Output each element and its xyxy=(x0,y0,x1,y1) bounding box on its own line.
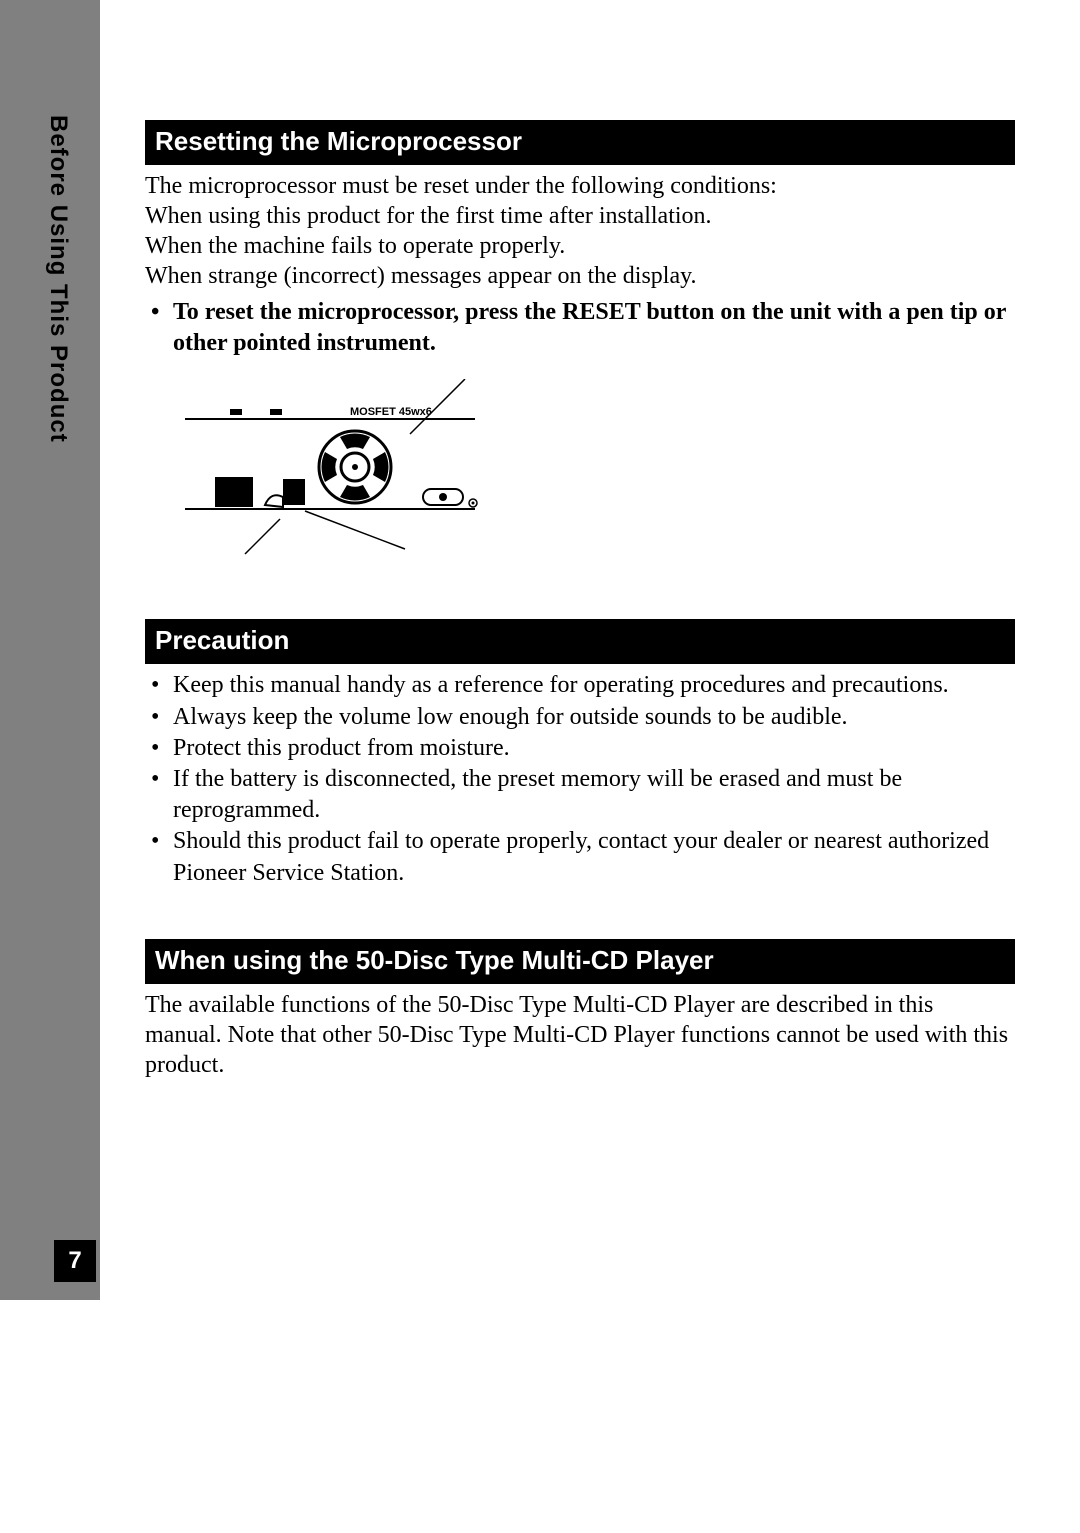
resetting-instruction-text: To reset the microprocessor, press the R… xyxy=(173,297,1015,359)
resetting-line-4: When strange (incorrect) messages appear… xyxy=(145,261,1015,291)
precaution-item: • Keep this manual handy as a reference … xyxy=(145,670,1015,701)
sidebar: Before Using This Product 7 xyxy=(0,0,100,1300)
unit-figure: MOSFET 45wx6 xyxy=(175,379,1045,569)
precaution-item: • Always keep the volume low enough for … xyxy=(145,702,1015,733)
multi-cd-paragraph: The available functions of the 50-Disc T… xyxy=(145,990,1015,1080)
precaution-item: • Should this product fail to operate pr… xyxy=(145,826,1015,888)
resetting-instruction: • To reset the microprocessor, press the… xyxy=(145,297,1015,359)
bullet-icon: • xyxy=(145,764,173,826)
precaution-text: Always keep the volume low enough for ou… xyxy=(173,702,1015,733)
precaution-bullets: • Keep this manual handy as a reference … xyxy=(145,670,1015,888)
heading-multi-cd: When using the 50-Disc Type Multi-CD Pla… xyxy=(145,939,1015,984)
bullet-icon: • xyxy=(145,297,173,359)
sidebar-section-label: Before Using This Product xyxy=(42,115,72,443)
precaution-item: • Protect this product from moisture. xyxy=(145,733,1015,764)
page-number: 7 xyxy=(54,1240,96,1282)
precaution-text: Should this product fail to operate prop… xyxy=(173,826,1015,888)
precaution-text: Protect this product from moisture. xyxy=(173,733,1015,764)
resetting-line-3: When the machine fails to operate proper… xyxy=(145,231,1015,261)
bullet-icon: • xyxy=(145,702,173,733)
content: Resetting the Microprocessor The micropr… xyxy=(145,120,1045,1080)
resetting-paragraph: The microprocessor must be reset under t… xyxy=(145,171,1015,291)
heading-precaution: Precaution xyxy=(145,619,1015,664)
page: Before Using This Product 7 Resetting th… xyxy=(0,0,1080,1533)
figure-label: MOSFET 45wx6 xyxy=(350,406,432,418)
heading-resetting: Resetting the Microprocessor xyxy=(145,120,1015,165)
precaution-text: Keep this manual handy as a reference fo… xyxy=(173,670,1015,701)
precaution-text: If the battery is disconnected, the pres… xyxy=(173,764,1015,826)
resetting-line-1: The microprocessor must be reset under t… xyxy=(145,171,1015,201)
resetting-instruction-block: • To reset the microprocessor, press the… xyxy=(145,297,1015,359)
bullet-icon: • xyxy=(145,733,173,764)
unit-lineart-icon: MOSFET 45wx6 xyxy=(175,379,515,569)
bullet-icon: • xyxy=(145,826,173,888)
bullet-icon: • xyxy=(145,670,173,701)
resetting-line-2: When using this product for the first ti… xyxy=(145,201,1015,231)
precaution-item: • If the battery is disconnected, the pr… xyxy=(145,764,1015,826)
